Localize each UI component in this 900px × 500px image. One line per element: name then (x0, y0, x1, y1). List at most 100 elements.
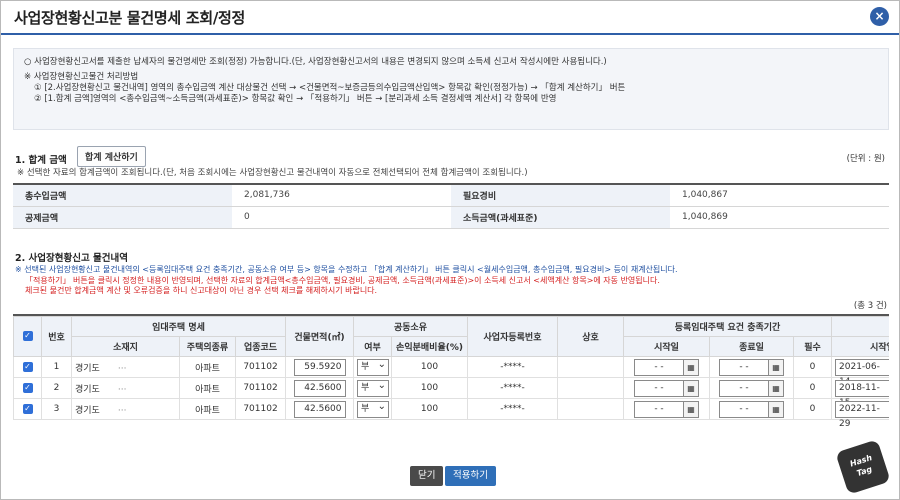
row-ratio: 100 (391, 356, 469, 378)
table-row: ✓ 3 경기도 ··· 아파트 701102 42.5600 부 100 -***… (13, 398, 889, 428)
table-row: ✓ 1 경기도 ··· 아파트 701102 59.5920 부 100 -***… (13, 356, 889, 387)
joint-select[interactable]: 부 (357, 399, 390, 418)
end-date-field[interactable]: - - ▦ (719, 358, 785, 376)
row-code: 701102 (234, 377, 287, 399)
row-checkbox[interactable]: ✓ (22, 403, 33, 414)
row-trade (557, 377, 625, 399)
row-checkbox[interactable]: ✓ (22, 382, 33, 393)
area-input[interactable]: 59.5920 (293, 358, 346, 376)
header-address: 소재지 (71, 336, 180, 357)
dialog-title: 사업장현황신고분 물건명세 조회/정정 (14, 8, 246, 27)
header-check[interactable]: ✓ (13, 316, 42, 357)
start2-date-input[interactable]: 2021-06-14 (835, 358, 889, 387)
section1-note: ※ 선택한 자료의 합계금액이 조회됩니다.(단, 처음 조회시에는 사업장현황… (17, 168, 528, 178)
more-icon: ··· (117, 405, 127, 416)
warning-line-2: 「적용하기」 버튼을 클릭시 정정한 내용이 반영되며, 선택한 자료의 합계금… (25, 275, 660, 285)
area-input[interactable]: 42.5600 (293, 379, 346, 397)
header-end: 종료일 (709, 336, 795, 357)
watermark-logo: Hash Tag (835, 439, 891, 495)
header-period: 등록임대주택 요건 충족기간 (623, 316, 833, 337)
row-no: 3 (41, 398, 72, 420)
row-address: 경기도 (75, 363, 100, 374)
end-date-input[interactable]: - - (719, 379, 770, 397)
header-ratio: 손익분배비율(%) (391, 336, 469, 357)
start2-date-input[interactable]: 2018-11-15 (835, 379, 889, 408)
calendar-icon[interactable]: ▦ (684, 358, 700, 376)
table-row: ✓ 2 경기도 ··· 아파트 701102 42.5600 부 100 -***… (13, 377, 889, 408)
header-house-type: 주택의종류 (179, 336, 236, 357)
joint-select[interactable]: 부 (357, 357, 390, 376)
calendar-icon[interactable]: ▦ (769, 400, 785, 418)
section2-title: 2. 사업장현황신고 물건내역 (15, 253, 128, 264)
info-line-1: ○ 사업장현황신고서를 제출한 납세자의 물건명세만 조회(정정) 가능합니다.… (24, 57, 607, 67)
value-expense: 1,040,867 (670, 184, 889, 207)
value-taxable-income: 1,040,869 (670, 206, 889, 229)
more-icon: ··· (117, 363, 127, 374)
dialog: 사업장현황신고분 물건명세 조회/정정 × ○ 사업장현황신고서를 제출한 납세… (0, 0, 900, 500)
apply-button[interactable]: 적용하기 (445, 466, 496, 486)
start-date-input[interactable]: - - (634, 358, 685, 376)
row-no: 2 (41, 377, 72, 399)
area-input[interactable]: 42.5600 (293, 400, 346, 418)
close-button[interactable]: 닫기 (410, 466, 444, 486)
more-icon: ··· (117, 384, 127, 395)
row-checkbox[interactable]: ✓ (22, 361, 33, 372)
header-no: 번호 (41, 316, 72, 357)
header-biz-code: 업종코드 (234, 336, 287, 357)
row-required: 0 (793, 356, 833, 378)
end-date-field[interactable]: - - ▦ (719, 400, 785, 418)
value-total-income: 2,081,736 (232, 184, 451, 207)
info-line-4: ② [1.합계 금액]영역의 <총수입금액~소득금액(과세표준)> 항목값 확인… (34, 94, 557, 104)
row-trade (557, 398, 625, 420)
titlebar: 사업장현황신고분 물건명세 조회/정정 (1, 1, 899, 35)
row-address: 경기도 (75, 405, 100, 416)
calc-total-button[interactable]: 합계 계산하기 (77, 146, 146, 167)
start-date-input[interactable]: - - (634, 400, 685, 418)
warning-line-1: ※ 선택된 사업장현황신고 물건내역의 <등록임대주택 요건 충족기간, 공동소… (15, 265, 678, 274)
header-start2: 시작일 (831, 336, 889, 357)
close-icon[interactable]: × (870, 7, 889, 26)
joint-select[interactable]: 부 (357, 378, 390, 397)
info-line-3: ① [2.사업장현황신고 물건내역] 영역의 총수입금액 계산 대상물건 선택 … (34, 83, 626, 93)
info-line-2: ※ 사업장현황신고물건 처리방법 (24, 72, 139, 82)
start-date-field[interactable]: - - ▦ (634, 400, 700, 418)
property-grid: ✓ 번호 임대주택 명세 건물면적(㎡) 공동소유 사업자등록번호 상호 등록임… (13, 314, 889, 428)
row-ratio: 100 (391, 377, 469, 399)
row-required: 0 (793, 377, 833, 399)
section2-warnings: ※ 선택된 사업장현황신고 물건내역의 <등록임대주택 요건 충족기간, 공동소… (15, 265, 678, 297)
header-required: 필수 (793, 336, 833, 357)
header-bizno: 사업자등록번호 (467, 316, 559, 357)
header-start: 시작일 (623, 336, 711, 357)
table-row: 총수입금액 2,081,736 필요경비 1,040,867 (13, 184, 889, 207)
calendar-icon[interactable]: ▦ (684, 400, 700, 418)
calendar-icon[interactable]: ▦ (769, 358, 785, 376)
row-bizno: -****- (467, 398, 559, 420)
start-date-field[interactable]: - - ▦ (634, 379, 700, 397)
unit-label: (단위 : 원) (846, 154, 885, 164)
start2-date-input[interactable]: 2022-11-29 (835, 400, 889, 428)
select-all-checkbox[interactable]: ✓ (22, 331, 33, 342)
value-deduction: 0 (232, 206, 451, 229)
end-date-field[interactable]: - - ▦ (719, 379, 785, 397)
section1-title: 1. 합계 금액 (15, 155, 67, 166)
row-type: 아파트 (179, 356, 236, 378)
row-required: 0 (793, 398, 833, 420)
calendar-icon[interactable]: ▦ (769, 379, 785, 397)
start-date-field[interactable]: - - ▦ (634, 358, 700, 376)
row-bizno: -****- (467, 356, 559, 378)
header-rental: 임대주택 명세 (70, 316, 287, 337)
row-bizno: -****- (467, 377, 559, 399)
table-row: 공제금액 0 소득금액(과세표준) 1,040,869 (13, 206, 889, 229)
row-code: 701102 (234, 398, 287, 420)
label-total-income: 총수입금액 (13, 184, 232, 207)
header-joint: 공동소유 (353, 316, 469, 337)
end-date-input[interactable]: - - (719, 358, 770, 376)
row-trade (557, 356, 625, 378)
record-count: (총 3 건) (853, 301, 887, 311)
end-date-input[interactable]: - - (719, 400, 770, 418)
calendar-icon[interactable]: ▦ (684, 379, 700, 397)
start-date-input[interactable]: - - (634, 379, 685, 397)
label-expense: 필요경비 (451, 184, 670, 207)
label-taxable-income: 소득금액(과세표준) (451, 206, 670, 229)
row-type: 아파트 (179, 377, 236, 399)
